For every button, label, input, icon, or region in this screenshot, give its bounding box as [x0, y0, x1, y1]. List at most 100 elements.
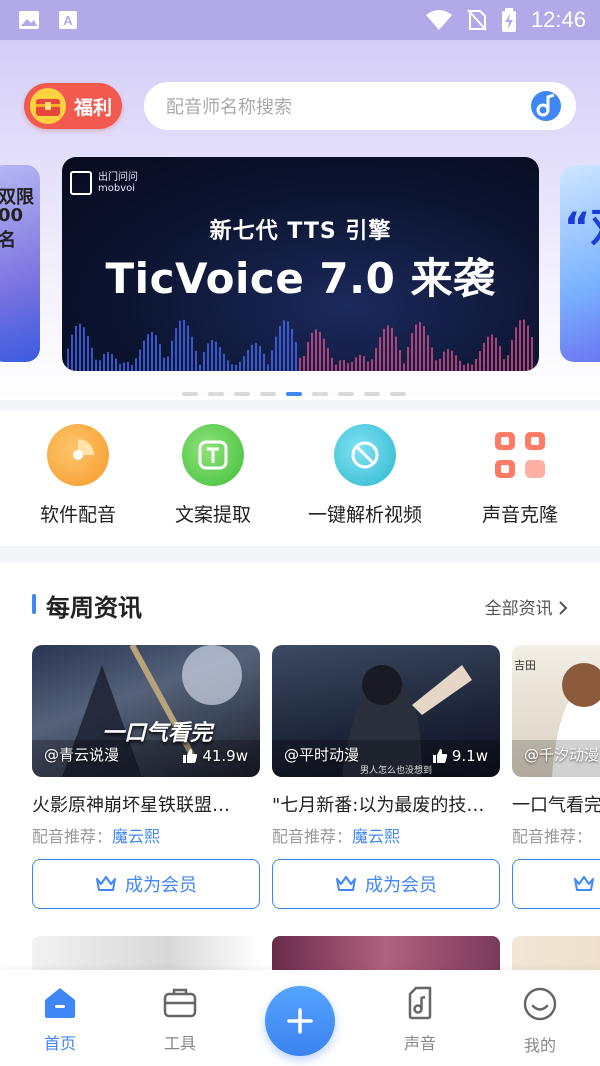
tool-text-extract[interactable]: 文案提取 [175, 424, 251, 527]
wave-bar [275, 336, 277, 371]
wave-bar [99, 360, 101, 371]
wave-bar [71, 334, 73, 371]
wave-bar [335, 364, 337, 371]
nav-label: 首页 [43, 1034, 76, 1053]
wave-bar [91, 347, 93, 371]
recommended-voice[interactable]: 魔云熙 [352, 827, 400, 846]
crown-icon [574, 876, 594, 891]
wave-bar [299, 357, 301, 371]
wave-bar [251, 344, 253, 371]
wave-bar [455, 355, 457, 371]
tool-label: 文案提取 [175, 504, 252, 526]
wave-bar [499, 346, 501, 371]
carousel-dot[interactable] [182, 392, 198, 396]
wave-bar [507, 355, 509, 371]
wave-bar [519, 320, 521, 371]
news-thumbnail: 男人怎么也没想到 @平时动漫 9.1w [272, 645, 500, 777]
carousel-dot[interactable] [338, 392, 354, 396]
become-member-button[interactable]: 成为会员 [32, 859, 260, 909]
banner-next-peek[interactable]: “双 [560, 165, 600, 362]
news-card[interactable]: 吉田 @千汐动漫 一口气看完 配音推荐： [512, 645, 600, 909]
wave-bar [147, 334, 149, 371]
nav-label: 声音 [403, 1034, 436, 1053]
wave-bar [383, 328, 385, 371]
wave-bar [411, 333, 413, 371]
wave-bar [231, 364, 233, 371]
no-sim-icon [467, 9, 487, 31]
wifi-icon [425, 10, 452, 30]
news-card[interactable]: 一口气看完 @青云说漫 41.9w 火影原神崩坏星铁联盟… 配音推荐：魔云熙 成… [32, 645, 260, 909]
wave-bar [495, 337, 497, 371]
carousel-dot[interactable] [312, 392, 328, 396]
create-plus-button[interactable] [265, 986, 335, 1056]
banner-slide-active[interactable]: 出门问问 mobvoi 新七代 TTS 引擎 TicVoice 7.0 来袭 [62, 157, 539, 371]
brand-name-cn: 出门问问 [98, 172, 138, 183]
wave-bar [283, 320, 285, 371]
wave-bar [255, 343, 257, 371]
nav-label: 我的 [523, 1036, 556, 1055]
wave-bar [183, 319, 185, 371]
wave-bar [503, 359, 505, 371]
become-member-button[interactable] [512, 859, 600, 909]
wave-bar [107, 351, 109, 371]
news-card-next-row[interactable] [32, 936, 260, 972]
wave-bar [475, 358, 477, 371]
tool-label: 一键解析视频 [308, 504, 423, 526]
wave-bar [459, 360, 461, 371]
wave-bar [195, 350, 197, 371]
nav-voice[interactable]: 声音 [380, 986, 460, 1054]
wave-bar [287, 321, 289, 371]
wave-bar [151, 331, 153, 371]
wave-bar [159, 344, 161, 371]
nav-profile[interactable]: 我的 [500, 986, 580, 1056]
wave-bar [399, 350, 401, 371]
wave-bar [487, 336, 489, 371]
carousel-dot[interactable] [260, 392, 276, 396]
wave-bar [355, 357, 357, 371]
wave-bar [79, 323, 81, 371]
news-card-next-row[interactable] [272, 936, 500, 972]
wave-bar [451, 350, 453, 371]
wave-bar [311, 332, 313, 371]
tools-grid: 软件配音 文案提取 一键解析视频 声音克隆 [0, 410, 600, 546]
wave-bar [63, 365, 65, 371]
wave-bar [331, 357, 333, 371]
video-parse-icon [334, 424, 396, 486]
carousel-dot[interactable] [390, 392, 406, 396]
view-all-news-link[interactable]: 全部资讯 [485, 594, 568, 619]
become-member-button[interactable]: 成为会员 [272, 859, 500, 909]
thumb-overlay-text: 吉田 [514, 659, 536, 672]
tool-software-dubbing[interactable]: 软件配音 [40, 424, 116, 527]
wave-bar [515, 327, 517, 371]
gallery-icon [19, 11, 39, 29]
carousel-dot[interactable] [234, 392, 250, 396]
carousel-dot[interactable] [364, 392, 380, 396]
recommended-voice[interactable]: 魔云熙 [112, 827, 160, 846]
voice-search-icon[interactable] [528, 88, 564, 124]
app-notification-icon: A [59, 11, 77, 29]
banner-prev-text-2: 00名 [0, 205, 24, 251]
search-input[interactable]: 配音师名称搜索 [144, 82, 576, 130]
tool-video-parse[interactable]: 一键解析视频 [308, 424, 422, 527]
text-extract-icon [182, 424, 244, 486]
welfare-button[interactable]: 福利 [24, 83, 122, 129]
news-card-next-row[interactable] [512, 936, 600, 972]
banner-title: TicVoice 7.0 来袭 [105, 254, 496, 303]
wave-bar [379, 337, 381, 371]
wave-bar [135, 358, 137, 371]
gift-chest-icon [30, 88, 66, 124]
wave-bar [423, 326, 425, 371]
wave-bar [367, 361, 369, 371]
news-card[interactable]: 男人怎么也没想到 @平时动漫 9.1w "七月新番:以为最废的技… 配音推荐：魔… [272, 645, 500, 909]
banner-prev-peek[interactable]: 双限 00名 [0, 165, 40, 362]
carousel-dot[interactable] [208, 392, 224, 396]
wave-bar [163, 357, 165, 371]
carousel-dot[interactable] [286, 392, 302, 396]
tool-voice-clone[interactable]: 声音克隆 [482, 424, 558, 527]
news-likes: 9.1w [432, 747, 488, 765]
banner-subtitle: 新七代 TTS 引擎 [209, 219, 392, 244]
wave-bar [339, 360, 341, 371]
nav-tools[interactable]: 工具 [140, 986, 220, 1054]
nav-home[interactable]: 首页 [20, 986, 100, 1054]
thumbs-up-icon [183, 749, 198, 763]
